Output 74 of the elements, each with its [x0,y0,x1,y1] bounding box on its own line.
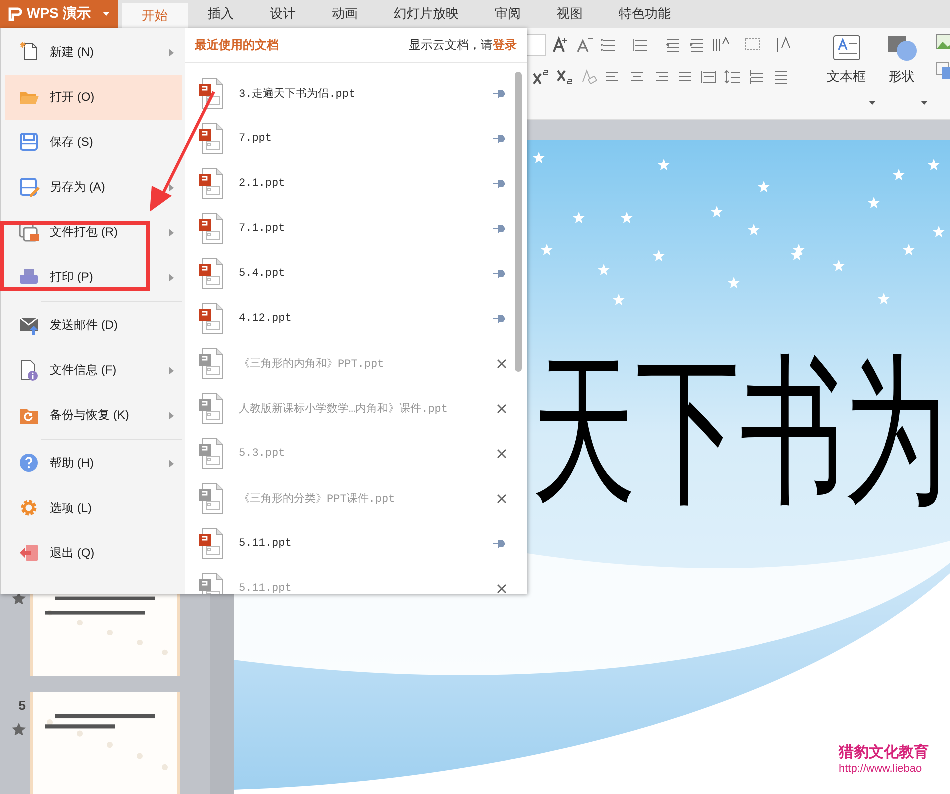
cloud-docs-prompt: 显示云文档，请登录 [409,36,517,54]
file-info-icon [19,360,40,381]
recent-file-item[interactable]: 5.11.ppt [199,521,507,566]
recent-file-item[interactable]: 7.ppt [199,116,507,161]
caret-icon [921,101,928,105]
ribbon-tab[interactable]: 视图 [541,0,599,28]
close-icon[interactable] [497,404,507,414]
superscript-icon[interactable] [532,68,550,86]
slide-thumbnail[interactable] [30,692,180,794]
floppy-pencil-icon [19,177,40,198]
star-icon[interactable] [12,723,26,735]
login-link[interactable]: 登录 [493,38,517,52]
app-logo-icon [8,7,22,21]
pin-icon[interactable] [493,88,507,98]
menu-item[interactable]: 发送邮件 (D) [5,303,182,348]
menu-item[interactable]: 选项 (L) [5,486,182,531]
menu-item[interactable]: 备份与恢复 (K) [5,393,182,438]
menu-item[interactable]: 文件打包 (R) [5,210,182,255]
recent-file-item[interactable]: 3.走遍天下书为侣.ppt [199,71,507,116]
menu-item[interactable]: 新建 (N) [5,30,182,75]
text-box-icon [830,34,862,62]
app-menu-button[interactable]: WPS 演示 [0,0,118,28]
caret-icon [103,12,110,16]
subscript-icon[interactable] [556,68,574,86]
menu-item[interactable]: 保存 (S) [5,120,182,165]
organization-name: 猎豹文化教育 [839,743,929,762]
slide-number: 5 [18,698,26,713]
envelope-icon [19,315,40,336]
grow-font-icon[interactable] [552,36,570,54]
pin-icon[interactable] [493,314,507,324]
shape-button[interactable]: 形状 [884,28,928,119]
close-icon[interactable] [497,358,507,368]
menu-item[interactable]: 文件信息 (F) [5,348,182,393]
close-icon[interactable] [497,494,507,504]
clear-format-icon[interactable] [580,68,598,86]
menu-item[interactable]: 帮助 (H) [5,441,182,486]
recent-file-item[interactable]: 7.1.ppt [199,206,507,251]
slide-title: 天下书为 [532,350,948,512]
section-title: 最近使用的文档 [195,36,279,54]
ribbon-tab[interactable]: 动画 [316,0,374,28]
distribute-icon[interactable] [700,68,718,86]
ribbon-tab[interactable]: 幻灯片放映 [378,0,475,28]
recent-file-item[interactable]: 4.12.ppt [199,296,507,341]
recent-file-item[interactable]: 5.4.ppt [199,251,507,296]
menu-item[interactable]: 打印 (P) [5,255,182,300]
caret-icon [869,101,876,105]
decrease-indent-icon[interactable] [664,36,682,54]
file-package-icon [19,222,40,243]
recent-file-item[interactable]: 2.1.ppt [199,161,507,206]
ribbon-tab[interactable]: 审阅 [479,0,537,28]
paragraph-spacing-icon[interactable] [748,68,766,86]
close-icon[interactable] [497,448,507,458]
scrollbar[interactable] [515,72,522,372]
website-url: http://www.liebao [839,763,922,775]
shapes-icon [886,34,918,62]
line-spacing-icon[interactable] [724,68,742,86]
new-file-icon [19,42,40,63]
help-icon [19,453,40,474]
star-icon[interactable] [12,592,26,604]
pin-icon[interactable] [493,268,507,278]
shrink-font-icon[interactable] [576,36,594,54]
exit-icon [19,543,40,564]
increase-indent-icon[interactable] [688,36,706,54]
ribbon-tab[interactable]: 特色功能 [603,0,687,28]
text-box-button[interactable]: 文本框 [825,28,876,119]
menu-item[interactable]: 打开 (O) [5,75,182,120]
close-icon[interactable] [497,584,507,594]
pin-icon[interactable] [493,134,507,144]
menu-item[interactable]: 退出 (Q) [5,531,182,576]
pin-icon[interactable] [493,538,507,548]
pin-icon[interactable] [493,224,507,234]
ribbon-tab[interactable]: 设计 [254,0,312,28]
ribbon-tab[interactable]: 插入 [192,0,250,28]
pin-icon[interactable] [493,178,507,188]
